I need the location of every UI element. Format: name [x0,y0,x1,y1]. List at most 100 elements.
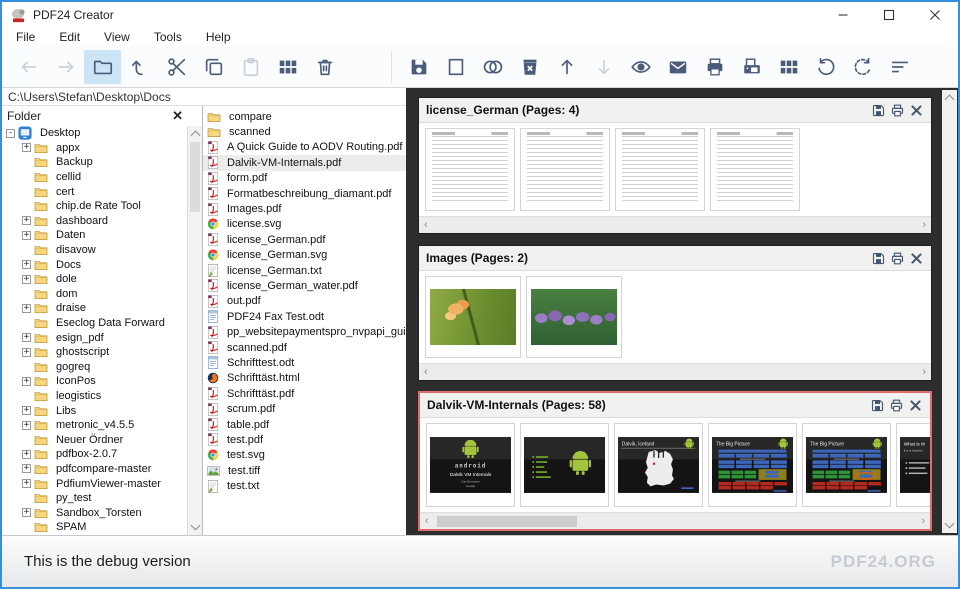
tree-expander-icon[interactable]: + [22,406,31,415]
paste-icon[interactable] [232,50,269,84]
move-down-icon[interactable] [585,50,622,84]
rotate-left-icon[interactable] [807,50,844,84]
file-item[interactable]: test.tiff [203,463,406,478]
print-icon[interactable] [696,50,733,84]
tree-expander-icon[interactable]: + [22,333,31,342]
image-thumbnail[interactable] [425,276,521,358]
file-item[interactable]: out.pdf [203,294,406,309]
slide-thumbnail[interactable] [520,423,609,507]
tree-item-iconpos[interactable]: +IconPos [2,374,188,389]
print-icon[interactable] [890,103,905,118]
scroll-down-icon[interactable] [945,519,955,529]
print-icon[interactable] [890,251,905,266]
address-bar[interactable]: C:\Users\Stefan\Desktop\Docs [2,88,406,106]
tree-expander-icon[interactable]: + [22,304,31,313]
tree-expander-icon[interactable]: + [22,143,31,152]
tree-expander-icon[interactable]: + [22,260,31,269]
file-item[interactable]: compare [203,109,406,124]
tree-expander-icon[interactable]: + [22,421,31,430]
tree-item-cert[interactable]: cert [2,184,188,199]
file-item[interactable]: license.svg [203,217,406,232]
email-icon[interactable] [659,50,696,84]
tree-expander-icon[interactable]: - [6,129,15,138]
folder-panel-close-icon[interactable]: ✕ [172,109,197,122]
menu-item-tools[interactable]: Tools [142,29,194,45]
file-item[interactable]: scanned [203,124,406,139]
tree-item-dashboard[interactable]: +dashboard [2,214,188,229]
tree-item-spam[interactable]: SPAM [2,520,188,535]
merge-icon[interactable] [474,50,511,84]
file-item[interactable]: license_German.svg [203,248,406,263]
tree-expander-icon[interactable]: + [22,464,31,473]
horizontal-scrollbar[interactable]: ‹› [420,512,930,529]
page-thumbnail[interactable] [710,128,800,211]
horizontal-scrollbar[interactable]: ‹› [419,363,931,380]
close-icon[interactable] [909,103,924,118]
close-icon[interactable] [909,251,924,266]
up-level-icon[interactable] [121,50,158,84]
close-button[interactable] [912,2,958,28]
file-item[interactable]: form.pdf [203,171,406,186]
fax-icon[interactable] [733,50,770,84]
back-icon[interactable] [10,50,47,84]
tree-item-cellid[interactable]: cellid [2,170,188,185]
tree-item-appx[interactable]: +appx [2,141,188,156]
forward-icon[interactable] [47,50,84,84]
file-item[interactable]: Dalvik-VM-Internals.pdf [203,155,406,170]
tree-item-disavow[interactable]: disavow [2,243,188,258]
tree-item-libs[interactable]: +Libs [2,403,188,418]
tree-item-desktop[interactable]: -Desktop [2,126,188,141]
tree-item-pdfbox-2-0-7[interactable]: +pdfbox-2.0.7 [2,447,188,462]
file-item[interactable]: Schrifttäst.html [203,371,406,386]
tree-item-draise[interactable]: +draise [2,301,188,316]
file-item[interactable]: Schrifttest.odt [203,355,406,370]
image-thumbnail[interactable] [526,276,622,358]
scroll-right-icon[interactable]: › [921,516,925,527]
horizontal-scrollbar[interactable]: ‹› [419,216,931,233]
scroll-up-icon[interactable] [945,95,955,105]
scrollbar-thumb[interactable] [437,516,577,527]
scroll-right-icon[interactable]: › [922,367,926,378]
delete-page-icon[interactable] [511,50,548,84]
maximize-button[interactable] [866,2,912,28]
file-item[interactable]: PDF24 Fax Test.odt [203,309,406,324]
tree-expander-icon[interactable]: + [22,450,31,459]
copy-icon[interactable] [195,50,232,84]
workspace-vertical-scrollbar[interactable] [942,90,957,533]
tree-vertical-scrollbar[interactable] [187,126,202,535]
sort-lines-icon[interactable] [881,50,918,84]
tree-expander-icon[interactable]: + [22,508,31,517]
grid-view-icon[interactable] [770,50,807,84]
tree-item-py-test[interactable]: py_test [2,491,188,506]
cut-icon[interactable] [158,50,195,84]
tree-item-eseclog-data-forward[interactable]: Eseclog Data Forward [2,316,188,331]
tree-item-pdfcompare-master[interactable]: +pdfcompare-master [2,462,188,477]
tree-item-pdfiumviewer-master[interactable]: +PdfiumViewer-master [2,476,188,491]
tree-item-chip-de-rate-tool[interactable]: chip.de Rate Tool [2,199,188,214]
slide-thumbnail[interactable]: androidDalvik VM InternalsDan BornsteinG… [426,423,515,507]
tree-item-docs[interactable]: +Docs [2,257,188,272]
slide-thumbnail[interactable]: The Big Picture [708,423,797,507]
tree-item-daten[interactable]: +Daten [2,228,188,243]
move-up-icon[interactable] [548,50,585,84]
thumbnail-grid-icon[interactable] [269,50,306,84]
scroll-left-icon[interactable]: ‹ [424,220,428,231]
preview-eye-icon[interactable] [622,50,659,84]
tree-expander-icon[interactable]: + [22,348,31,357]
menu-item-edit[interactable]: Edit [47,29,92,45]
open-folder-icon[interactable] [84,50,121,84]
file-item[interactable]: license_German_water.pdf [203,278,406,293]
file-item[interactable]: Schrifttäst.pdf [203,386,406,401]
file-item[interactable]: Formatbeschreibung_diamant.pdf [203,186,406,201]
file-item[interactable]: license_German.pdf [203,232,406,247]
scroll-up-icon[interactable] [191,131,201,141]
tree-item-backup[interactable]: Backup [2,155,188,170]
tree-item-ghostscript[interactable]: +ghostscript [2,345,188,360]
tree-item-dole[interactable]: +dole [2,272,188,287]
slide-thumbnail[interactable]: Dalvik, Iceland [614,423,703,507]
slide-thumbnail[interactable]: The Big Picture [802,423,891,507]
tree-item-esign-pdf[interactable]: +esign_pdf [2,330,188,345]
save-icon[interactable] [871,103,886,118]
file-item[interactable]: table.pdf [203,417,406,432]
page-thumbnail[interactable] [425,128,515,211]
